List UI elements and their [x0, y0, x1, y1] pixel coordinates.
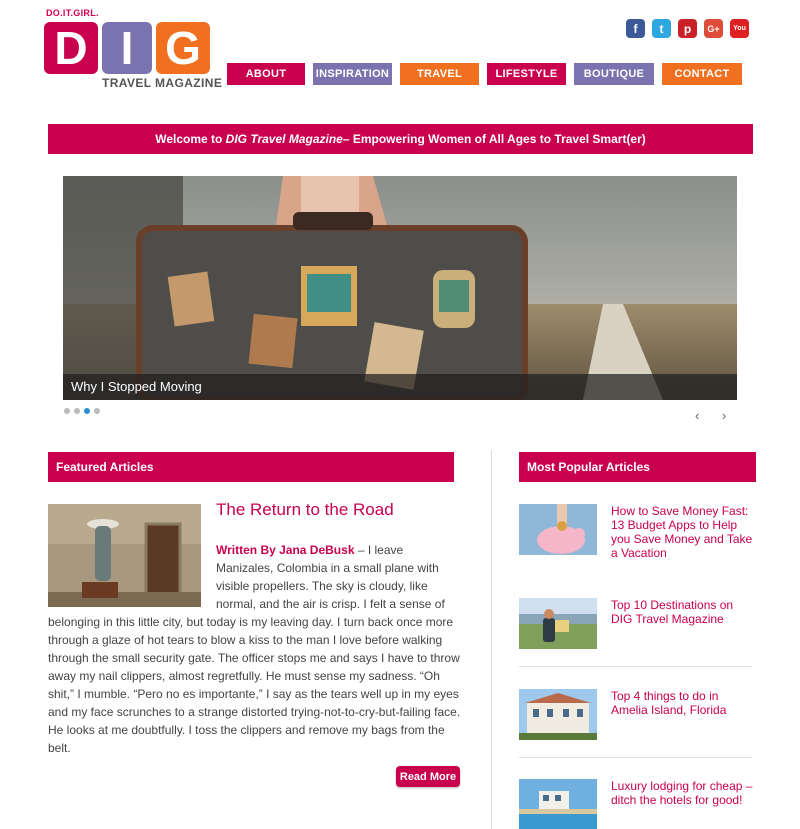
slider-dot-active[interactable]: [84, 408, 90, 414]
slider-dot[interactable]: [74, 408, 80, 414]
welcome-brand: DIG Travel Magazine: [225, 132, 343, 146]
slider-dots: [64, 408, 100, 414]
social-links: f t p G+ You: [626, 19, 749, 38]
logo-subtitle: TRAVEL MAGAZINE: [102, 76, 223, 90]
popular-item-image[interactable]: [519, 504, 597, 555]
slider-dot[interactable]: [94, 408, 100, 414]
site-logo[interactable]: DO.IT.GIRL. D I G TRAVEL MAGAZINE: [44, 8, 224, 92]
welcome-suffix: – Empowering Women of All Ages to Travel…: [342, 132, 646, 146]
read-more-button[interactable]: Read More: [396, 766, 460, 787]
hero-image: [63, 176, 737, 400]
nav-item-inspiration[interactable]: INSPIRATION: [313, 63, 392, 85]
slider-dot[interactable]: [64, 408, 70, 414]
popular-item-title[interactable]: Luxury lodging for cheap – ditch the hot…: [611, 779, 756, 807]
logo-letters: D I G: [44, 22, 210, 74]
slider-prev-icon[interactable]: ‹: [695, 408, 699, 423]
pinterest-icon[interactable]: p: [678, 19, 697, 38]
featured-article-title[interactable]: The Return to the Road: [216, 500, 394, 520]
slider-next-icon[interactable]: ›: [722, 408, 726, 423]
popular-separator: [519, 666, 752, 667]
nav-item-boutique[interactable]: BOUTIQUE: [574, 63, 654, 85]
nav-item-travel[interactable]: TRAVEL: [400, 63, 479, 85]
slide-caption[interactable]: Why I Stopped Moving: [71, 379, 202, 394]
youtube-icon[interactable]: You: [730, 19, 749, 38]
popular-item-title[interactable]: Top 4 things to do in Amelia Island, Flo…: [611, 689, 756, 717]
google-plus-icon[interactable]: G+: [704, 19, 723, 38]
welcome-prefix: Welcome to: [155, 132, 223, 146]
main-nav: ABOUT INSPIRATION TRAVEL LIFESTYLE BOUTI…: [227, 63, 742, 85]
logo-letter-i: I: [102, 22, 152, 74]
logo-letter-g: G: [156, 22, 210, 74]
facebook-icon[interactable]: f: [626, 19, 645, 38]
column-divider: [491, 450, 492, 829]
logo-letter-d: D: [44, 22, 98, 74]
popular-item-image[interactable]: [519, 598, 597, 649]
featured-article-excerpt: Written By Jana DeBusk – I leave Manizal…: [48, 541, 462, 757]
popular-item-title[interactable]: How to Save Money Fast: 13 Budget Apps t…: [611, 504, 756, 560]
featured-byline[interactable]: Written By Jana DeBusk: [216, 543, 355, 557]
popular-separator: [519, 757, 752, 758]
excerpt-float-spacer: [48, 541, 216, 611]
nav-item-lifestyle[interactable]: LIFESTYLE: [487, 63, 566, 85]
nav-item-about[interactable]: ABOUT: [227, 63, 305, 85]
twitter-icon[interactable]: t: [652, 19, 671, 38]
featured-heading: Featured Articles: [48, 452, 454, 482]
logo-tagline: DO.IT.GIRL.: [46, 8, 99, 18]
hero-slider[interactable]: Why I Stopped Moving: [63, 176, 737, 400]
popular-item-image[interactable]: [519, 689, 597, 740]
popular-heading: Most Popular Articles: [519, 452, 756, 482]
popular-item-title[interactable]: Top 10 Destinations on DIG Travel Magazi…: [611, 598, 756, 626]
nav-item-contact[interactable]: CONTACT: [662, 63, 742, 85]
popular-item-image[interactable]: [519, 779, 597, 829]
welcome-banner: Welcome to DIG Travel Magazine – Empower…: [48, 124, 753, 154]
slide-caption-bar: Why I Stopped Moving: [63, 374, 737, 400]
